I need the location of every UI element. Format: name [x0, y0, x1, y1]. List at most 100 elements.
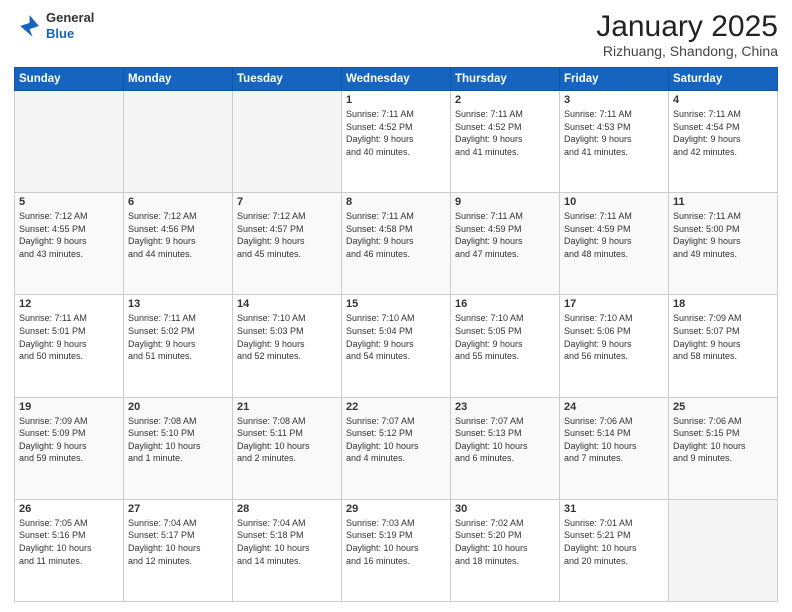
page: General Blue January 2025 Rizhuang, Shan… — [0, 0, 792, 612]
cell-content: Sunrise: 7:02 AM Sunset: 5:20 PM Dayligh… — [455, 517, 555, 567]
calendar-cell: 5 Sunrise: 7:12 AM Sunset: 4:55 PM Daylig… — [15, 193, 124, 295]
calendar-cell: 31 Sunrise: 7:01 AM Sunset: 5:21 PM Dayli… — [560, 499, 669, 601]
day-header-thursday: Thursday — [451, 68, 560, 91]
calendar-cell: 30 Sunrise: 7:02 AM Sunset: 5:20 PM Dayli… — [451, 499, 560, 601]
day-number: 20 — [128, 401, 228, 413]
calendar-cell: 12 Sunrise: 7:11 AM Sunset: 5:01 PM Dayli… — [15, 295, 124, 397]
day-number: 3 — [564, 94, 664, 106]
calendar-cell — [124, 91, 233, 193]
calendar-cell: 17Sunrise: 7:10 AM Sunset: 5:06 PM Dayli… — [560, 295, 669, 397]
day-number: 1 — [346, 94, 446, 106]
day-number: 27 — [128, 503, 228, 515]
calendar-cell: 24 Sunrise: 7:06 AM Sunset: 5:14 PM Dayli… — [560, 397, 669, 499]
day-number: 9 — [455, 196, 555, 208]
day-number: 15 — [346, 298, 446, 310]
cell-content: Sunrise: 7:09 AM Sunset: 5:09 PM Dayligh… — [19, 415, 119, 465]
calendar-week-2: 5 Sunrise: 7:12 AM Sunset: 4:55 PM Daylig… — [15, 193, 778, 295]
cell-content: Sunrise: 7:12 AM Sunset: 4:56 PM Dayligh… — [128, 210, 228, 260]
subtitle: Rizhuang, Shandong, China — [596, 43, 778, 59]
cell-content: Sunrise: 7:04 AM Sunset: 5:17 PM Dayligh… — [128, 517, 228, 567]
day-header-tuesday: Tuesday — [233, 68, 342, 91]
calendar-cell: 19Sunrise: 7:09 AM Sunset: 5:09 PM Dayli… — [15, 397, 124, 499]
day-number: 22 — [346, 401, 446, 413]
cell-content: Sunrise: 7:11 AM Sunset: 5:01 PM Dayligh… — [19, 312, 119, 362]
cell-content: Sunrise: 7:12 AM Sunset: 4:57 PM Dayligh… — [237, 210, 337, 260]
calendar-cell — [669, 499, 778, 601]
calendar-cell: 22 Sunrise: 7:07 AM Sunset: 5:12 PM Dayli… — [342, 397, 451, 499]
cell-content: Sunrise: 7:04 AM Sunset: 5:18 PM Dayligh… — [237, 517, 337, 567]
cell-content: Sunrise: 7:06 AM Sunset: 5:14 PM Dayligh… — [564, 415, 664, 465]
calendar-table: SundayMondayTuesdayWednesdayThursdayFrid… — [14, 67, 778, 602]
calendar-cell: 20 Sunrise: 7:08 AM Sunset: 5:10 PM Dayli… — [124, 397, 233, 499]
day-number: 14 — [237, 298, 337, 310]
calendar-cell — [15, 91, 124, 193]
cell-content: Sunrise: 7:10 AM Sunset: 5:03 PM Dayligh… — [237, 312, 337, 362]
cell-content: Sunrise: 7:11 AM Sunset: 4:52 PM Dayligh… — [346, 108, 446, 158]
cell-content: Sunrise: 7:11 AM Sunset: 4:54 PM Dayligh… — [673, 108, 773, 158]
main-title: January 2025 — [596, 10, 778, 43]
cell-content: Sunrise: 7:07 AM Sunset: 5:12 PM Dayligh… — [346, 415, 446, 465]
day-number: 26 — [19, 503, 119, 515]
calendar-cell: 27 Sunrise: 7:04 AM Sunset: 5:17 PM Dayli… — [124, 499, 233, 601]
day-number: 21 — [237, 401, 337, 413]
calendar-cell: 25Sunrise: 7:06 AM Sunset: 5:15 PM Dayli… — [669, 397, 778, 499]
day-number: 6 — [128, 196, 228, 208]
day-number: 13 — [128, 298, 228, 310]
day-number: 31 — [564, 503, 664, 515]
cell-content: Sunrise: 7:11 AM Sunset: 4:53 PM Dayligh… — [564, 108, 664, 158]
cell-content: Sunrise: 7:06 AM Sunset: 5:15 PM Dayligh… — [673, 415, 773, 465]
day-number: 28 — [237, 503, 337, 515]
day-number: 12 — [19, 298, 119, 310]
day-number: 2 — [455, 94, 555, 106]
day-number: 7 — [237, 196, 337, 208]
day-number: 5 — [19, 196, 119, 208]
header: General Blue January 2025 Rizhuang, Shan… — [14, 10, 778, 59]
cell-content: Sunrise: 7:01 AM Sunset: 5:21 PM Dayligh… — [564, 517, 664, 567]
cell-content: Sunrise: 7:12 AM Sunset: 4:55 PM Dayligh… — [19, 210, 119, 260]
day-number: 18 — [673, 298, 773, 310]
day-number: 16 — [455, 298, 555, 310]
calendar-cell: 7 Sunrise: 7:12 AM Sunset: 4:57 PM Daylig… — [233, 193, 342, 295]
calendar-cell: 28 Sunrise: 7:04 AM Sunset: 5:18 PM Dayli… — [233, 499, 342, 601]
day-header-monday: Monday — [124, 68, 233, 91]
calendar-cell: 1 Sunrise: 7:11 AM Sunset: 4:52 PM Daylig… — [342, 91, 451, 193]
cell-content: Sunrise: 7:11 AM Sunset: 5:02 PM Dayligh… — [128, 312, 228, 362]
cell-content: Sunrise: 7:05 AM Sunset: 5:16 PM Dayligh… — [19, 517, 119, 567]
cell-content: Sunrise: 7:08 AM Sunset: 5:10 PM Dayligh… — [128, 415, 228, 465]
day-number: 17 — [564, 298, 664, 310]
logo-blue: Blue — [46, 26, 74, 41]
day-number: 11 — [673, 196, 773, 208]
calendar-cell: 18 Sunrise: 7:09 AM Sunset: 5:07 PM Dayli… — [669, 295, 778, 397]
cell-content: Sunrise: 7:11 AM Sunset: 4:52 PM Dayligh… — [455, 108, 555, 158]
day-number: 30 — [455, 503, 555, 515]
calendar-cell: 15 Sunrise: 7:10 AM Sunset: 5:04 PM Dayli… — [342, 295, 451, 397]
day-number: 8 — [346, 196, 446, 208]
calendar-week-4: 19Sunrise: 7:09 AM Sunset: 5:09 PM Dayli… — [15, 397, 778, 499]
calendar-cell: 10 Sunrise: 7:11 AM Sunset: 4:59 PM Dayli… — [560, 193, 669, 295]
day-number: 4 — [673, 94, 773, 106]
logo-general: General — [46, 10, 94, 25]
calendar-cell: 6 Sunrise: 7:12 AM Sunset: 4:56 PM Daylig… — [124, 193, 233, 295]
calendar-cell: 23 Sunrise: 7:07 AM Sunset: 5:13 PM Dayli… — [451, 397, 560, 499]
cell-content: Sunrise: 7:07 AM Sunset: 5:13 PM Dayligh… — [455, 415, 555, 465]
calendar-week-5: 26 Sunrise: 7:05 AM Sunset: 5:16 PM Dayli… — [15, 499, 778, 601]
calendar-week-3: 12 Sunrise: 7:11 AM Sunset: 5:01 PM Dayli… — [15, 295, 778, 397]
day-header-sunday: Sunday — [15, 68, 124, 91]
day-number: 24 — [564, 401, 664, 413]
day-number: 23 — [455, 401, 555, 413]
cell-content: Sunrise: 7:08 AM Sunset: 5:11 PM Dayligh… — [237, 415, 337, 465]
cell-content: Sunrise: 7:10 AM Sunset: 5:04 PM Dayligh… — [346, 312, 446, 362]
cell-content: Sunrise: 7:11 AM Sunset: 4:59 PM Dayligh… — [564, 210, 664, 260]
logo-icon — [14, 12, 42, 40]
day-number: 10 — [564, 196, 664, 208]
calendar-header-row: SundayMondayTuesdayWednesdayThursdayFrid… — [15, 68, 778, 91]
logo-text: General Blue — [46, 10, 94, 41]
cell-content: Sunrise: 7:09 AM Sunset: 5:07 PM Dayligh… — [673, 312, 773, 362]
calendar-cell: 8 Sunrise: 7:11 AM Sunset: 4:58 PM Daylig… — [342, 193, 451, 295]
calendar-cell: 26 Sunrise: 7:05 AM Sunset: 5:16 PM Dayli… — [15, 499, 124, 601]
calendar-cell: 11Sunrise: 7:11 AM Sunset: 5:00 PM Dayli… — [669, 193, 778, 295]
calendar-cell: 2 Sunrise: 7:11 AM Sunset: 4:52 PM Daylig… — [451, 91, 560, 193]
calendar-cell: 14 Sunrise: 7:10 AM Sunset: 5:03 PM Dayli… — [233, 295, 342, 397]
calendar-cell: 16Sunrise: 7:10 AM Sunset: 5:05 PM Dayli… — [451, 295, 560, 397]
cell-content: Sunrise: 7:11 AM Sunset: 4:58 PM Dayligh… — [346, 210, 446, 260]
